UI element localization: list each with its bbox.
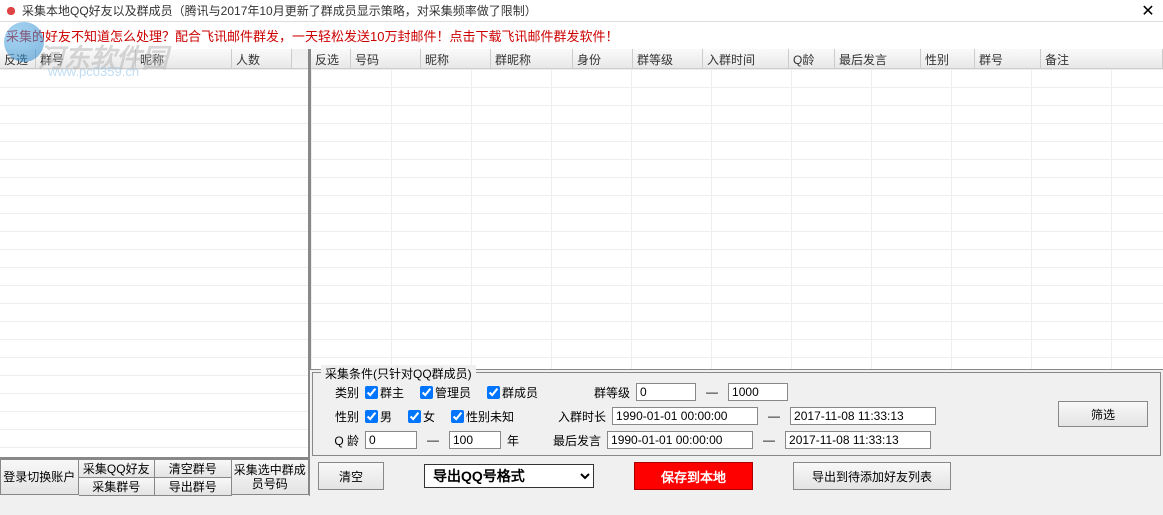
qage-from-input[interactable] <box>365 431 417 449</box>
titlebar: 采集本地QQ好友以及群成员（腾讯与2017年10月更新了群成员显示策略，对采集频… <box>0 0 1163 22</box>
chk-unknown[interactable]: 性别未知 <box>451 408 514 425</box>
label-jointime: 入群时长 <box>550 408 606 425</box>
col-invert[interactable]: 反选 <box>0 49 36 68</box>
chk-female[interactable]: 女 <box>408 408 435 425</box>
filter-legend: 采集条件(只针对QQ群成员) <box>321 365 476 382</box>
label-lastspeak: 最后发言 <box>545 432 601 449</box>
collect-members-button[interactable]: 采集选中群成员号码 <box>232 459 310 495</box>
dash: — <box>764 409 784 423</box>
col-nick[interactable]: 昵称 <box>136 49 232 68</box>
dash: — <box>423 433 443 447</box>
last-from-input[interactable] <box>607 431 753 449</box>
label-category: 类别 <box>319 384 359 401</box>
mcol-jointime[interactable]: 入群时间 <box>703 49 789 68</box>
filter-box: 采集条件(只针对QQ群成员) 类别 群主 管理员 群成员 群等级 — 性别 男 … <box>312 372 1161 456</box>
chk-admin[interactable]: 管理员 <box>420 384 471 401</box>
col-groupid[interactable]: 群号 <box>36 49 136 68</box>
join-from-input[interactable] <box>612 407 758 425</box>
chk-owner[interactable]: 群主 <box>365 384 404 401</box>
level-from-input[interactable] <box>636 383 696 401</box>
members-table[interactable]: 反选 号码 昵称 群昵称 身份 群等级 入群时间 Q龄 最后发言 性别 群号 备… <box>310 49 1163 370</box>
collect-groups-button[interactable]: 采集群号 <box>79 477 156 496</box>
chk-member[interactable]: 群成员 <box>487 384 538 401</box>
mcol-groupid[interactable]: 群号 <box>975 49 1041 68</box>
export-format-select[interactable]: 导出QQ号格式 <box>424 464 594 488</box>
mcol-role[interactable]: 身份 <box>573 49 633 68</box>
last-to-input[interactable] <box>785 431 931 449</box>
clear-button[interactable]: 清空 <box>318 462 384 490</box>
mcol-qage[interactable]: Q龄 <box>789 49 835 68</box>
clear-groups-button[interactable]: 清空群号 <box>155 459 232 477</box>
label-level: 群等级 <box>574 384 630 401</box>
mcol-lastspeak[interactable]: 最后发言 <box>835 49 921 68</box>
mcol-number[interactable]: 号码 <box>351 49 421 68</box>
chk-male[interactable]: 男 <box>365 408 392 425</box>
label-qage: Q 龄 <box>319 432 359 449</box>
export-to-addlist-button[interactable]: 导出到待添加好友列表 <box>793 462 951 490</box>
qage-unit: 年 <box>507 432 519 449</box>
window-title: 采集本地QQ好友以及群成员（腾讯与2017年10月更新了群成员显示策略，对采集频… <box>22 2 1133 19</box>
close-icon[interactable]: ✕ <box>1133 0 1163 22</box>
mcol-nick[interactable]: 昵称 <box>421 49 491 68</box>
promo-text[interactable]: 采集的好友不知道怎么处理？配合飞讯邮件群发，一天轻松发送10万封邮件！点击下载飞… <box>0 22 1163 49</box>
bottom-bar: 清空 导出QQ号格式 保存到本地 导出到待添加好友列表 <box>310 456 1163 496</box>
mcol-remark[interactable]: 备注 <box>1041 49 1163 68</box>
join-to-input[interactable] <box>790 407 936 425</box>
groups-table[interactable]: 反选 群号 昵称 人数 <box>0 49 309 458</box>
app-icon <box>4 4 18 18</box>
filter-button[interactable]: 筛选 <box>1058 401 1148 427</box>
left-toolbar: 登录切换账户 采集QQ好友 采集群号 清空群号 导出群号 采集选中群成员号码 <box>0 458 309 496</box>
export-groups-button[interactable]: 导出群号 <box>155 477 232 496</box>
save-local-button[interactable]: 保存到本地 <box>634 462 753 490</box>
qage-to-input[interactable] <box>449 431 501 449</box>
level-to-input[interactable] <box>728 383 788 401</box>
mcol-gender[interactable]: 性别 <box>921 49 975 68</box>
col-count[interactable]: 人数 <box>232 49 292 68</box>
dash: — <box>702 385 722 399</box>
label-gender: 性别 <box>319 408 359 425</box>
mcol-groupnick[interactable]: 群昵称 <box>491 49 573 68</box>
login-switch-button[interactable]: 登录切换账户 <box>0 459 79 495</box>
dash: — <box>759 433 779 447</box>
mcol-invert[interactable]: 反选 <box>311 49 351 68</box>
mcol-level[interactable]: 群等级 <box>633 49 703 68</box>
collect-friends-button[interactable]: 采集QQ好友 <box>79 459 156 477</box>
